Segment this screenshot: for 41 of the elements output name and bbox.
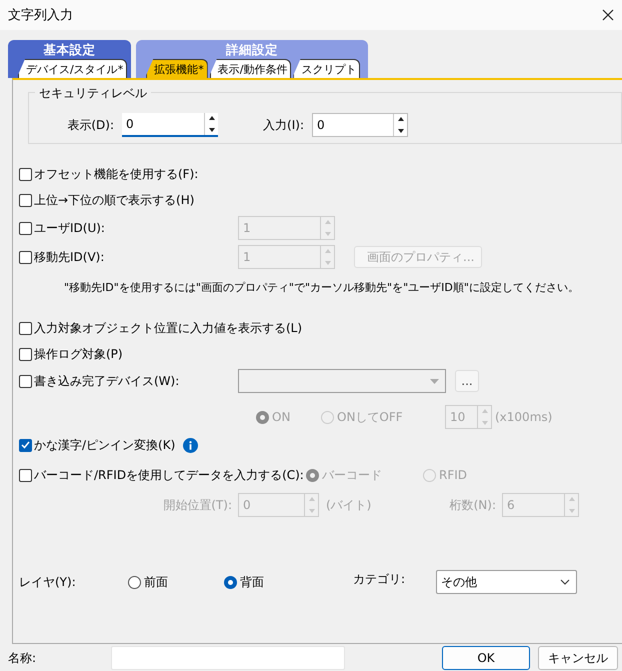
radio-button[interactable] [224,576,237,588]
tab[interactable]: デバイス/スタイル* [18,59,128,78]
checkbox[interactable] [19,194,32,206]
category-dropdown[interactable]: その他 [436,570,577,594]
checkbox[interactable] [19,438,32,452]
info-icon[interactable] [183,438,198,452]
tab-group-label[interactable]: 基本設定 [44,42,96,59]
field-label: 入力(I): [262,116,305,134]
spin-field[interactable]: 0 [122,113,218,137]
field-label: カテゴリ: [353,570,406,588]
field-label: レイヤ(Y): [19,574,77,590]
checkbox-label[interactable]: 入力対象オブジェクト位置に入力値を表示する(L) [34,320,302,336]
field-label: 開始位置(T): [162,496,232,514]
group-title: セキュリティレベル [35,85,151,102]
chevron-down-icon [560,579,570,585]
checkbox[interactable] [19,168,32,180]
checkbox-label[interactable]: かな漢字/ピンイン変換(K) [34,436,176,454]
tab[interactable]: 拡張機能* [146,59,208,78]
unit-label: (x100ms) [495,410,552,424]
tab[interactable]: スクリプト [293,59,360,78]
field-label: 表示(D): [66,116,115,134]
dialog-button[interactable]: キャンセル [538,646,618,670]
close-icon[interactable] [602,9,614,21]
checkbox-label[interactable]: 操作ログ対象(P) [34,346,123,362]
unit-label: (バイト) [326,496,372,514]
name-field[interactable] [111,646,345,670]
field-label: 桁数(N): [448,496,496,514]
window-title: 文字列入力 [8,7,73,24]
tab[interactable]: 表示/動作条件 [210,59,292,78]
radio-label[interactable]: 背面 [240,574,264,590]
checkbox[interactable] [19,322,32,334]
radio-label[interactable]: 前面 [144,574,168,590]
caret-icon [430,378,439,384]
checkbox-label[interactable]: 上位→下位の順で表示する(H) [34,192,194,208]
checkbox-label[interactable]: オフセット機能を使用する(F): [34,166,198,182]
hint-text: "移動先ID"を使用するには"画面のプロパティ"で"カーソル移動先"を"ユーザID順"に設定してください。 [63,280,579,294]
spin-field[interactable]: 0 [312,113,408,137]
checkbox[interactable] [19,348,32,360]
field-label: 名称: [8,650,38,666]
radio-button[interactable] [128,576,141,588]
dialog-button[interactable]: OK [442,646,530,670]
